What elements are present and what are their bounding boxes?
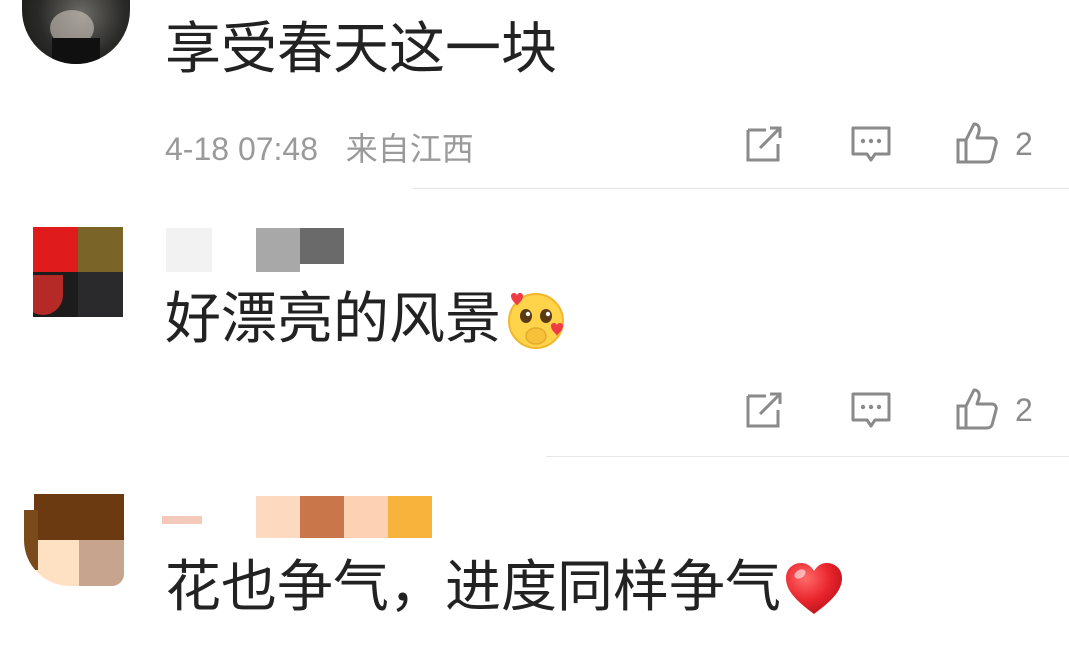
comment-text: 享受春天这一块 [165,17,557,82]
comment-text-content: 好漂亮的风景 [165,287,501,352]
comment-text: 花也争气，进度同样争气 [165,556,845,620]
divider [546,456,1069,457]
like-count: 2 [1015,126,1033,162]
comment-item: 享受春天这一块 4-18 07:48 来自江西 2 [0,0,1069,190]
username-redacted [344,496,388,538]
comment-text-content: 花也争气，进度同样争气 [165,555,781,620]
comment-item: 花也争气，进度同样争气 [0,458,1069,650]
avatar[interactable] [24,494,124,586]
username-redacted [300,228,344,264]
comment-item: 好漂亮的风景 2 [0,190,1069,458]
avatar[interactable] [22,0,130,64]
username-redacted [256,496,300,538]
username-redacted [256,228,300,272]
comment-text: 好漂亮的风景 [165,288,569,352]
username-redacted [166,228,212,272]
like-icon[interactable] [954,386,998,430]
comment-icon[interactable] [849,388,893,432]
share-icon[interactable] [742,388,786,432]
pleading-face-hearts-icon [508,292,564,349]
username-redacted [300,496,344,538]
divider [412,188,1069,189]
like-count: 2 [1015,392,1033,428]
username-redacted [388,496,432,538]
avatar[interactable] [33,227,123,317]
comment-actions: 2 [0,386,1069,436]
red-heart-icon [786,562,842,614]
like-icon[interactable] [954,120,998,164]
username-redacted [162,516,202,524]
avatar-photo [50,10,100,64]
comment-actions: 2 [0,120,1069,170]
share-icon[interactable] [742,122,786,166]
comment-icon[interactable] [849,122,893,166]
